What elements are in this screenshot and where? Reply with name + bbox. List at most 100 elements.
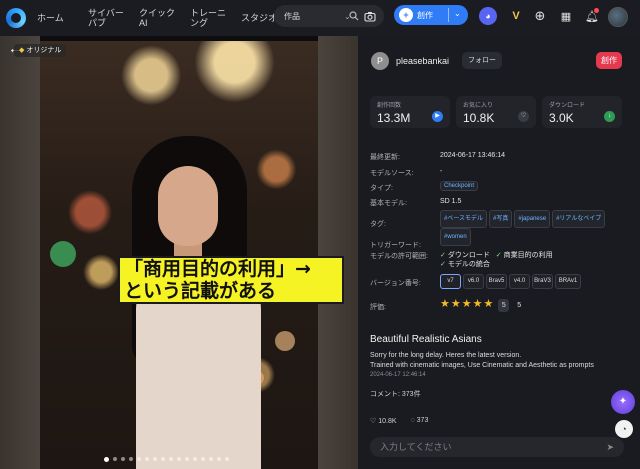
download-icon[interactable]: ↓ [604,111,615,122]
tags-label: タグ: [370,221,386,228]
slide-dot[interactable] [169,457,173,461]
slide-dot[interactable] [153,457,157,461]
stat-downloads: ダウンロード 3.0K ↓ [542,96,622,128]
nav-item-home[interactable]: ホーム [37,13,77,23]
tag-chip[interactable]: #リアルなベイブ [552,210,606,228]
next-image-preview[interactable] [318,36,358,469]
version-tab[interactable]: Brav5 [486,274,507,289]
slide-dot[interactable] [161,457,165,461]
main-image[interactable] [40,41,318,469]
annotation-line-1: 「商用目的の利用」→ [124,258,311,280]
slide-dot[interactable] [104,457,109,462]
author-name[interactable]: pleasebankai [396,56,449,66]
original-badge: ◆ オリジナル [14,44,67,57]
like-button[interactable]: ♡ 10.8K [370,417,397,425]
updated-value: 2024-06-17 13:46:14 [440,152,505,159]
comment-placeholder: 入力してください [380,442,452,452]
slide-dot[interactable] [137,457,141,461]
slide-dot[interactable] [177,457,181,461]
tag-chip[interactable]: #ベースモデル [440,210,488,228]
user-avatar[interactable] [608,7,628,27]
create-button[interactable]: + 創作 ⌄ [394,5,468,25]
create-with-model-button[interactable]: 創作 [596,52,622,69]
version-tab[interactable]: BRAv1 [555,274,581,289]
create-button-divider [448,8,449,22]
slide-dot[interactable] [129,457,133,461]
comment-button[interactable]: ◌ 373 [411,417,429,425]
version-tab[interactable]: v7 [440,274,461,289]
follow-button[interactable]: フォロー [462,52,502,69]
comment-input[interactable]: 入力してください ➤ [370,437,624,457]
comment-icon: ◌ [410,417,415,424]
description-line: Trained with cinematic images, Use Cinem… [370,362,594,369]
author-avatar[interactable]: P [371,52,389,70]
slide-dot[interactable] [201,457,205,461]
check-icon: ✓ [440,261,446,268]
original-badge-label: オリジナル [26,47,62,54]
slide-dot[interactable] [193,457,197,461]
discord-icon[interactable]: ◕ [478,6,498,26]
publish-timestamp: 2024-06-17 12:46:14 [370,372,426,378]
image-viewer: ← ◆ オリジナル [0,36,358,469]
play-icon[interactable]: ▶ [432,111,443,122]
nav-item-cyberpub[interactable]: サイバーパブ [88,8,128,28]
add-icon[interactable]: ⊕ [530,6,550,26]
stat-value: 3.0K [549,111,574,125]
version-tab[interactable]: v4.0 [509,274,530,289]
nav-item-training[interactable]: トレーニング [190,8,230,28]
model-description: Sorry for the long delay. Heres the late… [370,351,630,371]
model-title: Beautiful Realistic Asians [370,334,482,345]
slide-dot[interactable] [185,457,189,461]
reaction-bar: ♡ 10.8K ◌ 373 [370,417,428,425]
stat-value: 13.3M [377,111,411,125]
updated-label: 最終更新: [370,154,400,161]
create-button-label: 創作 [417,10,433,20]
slide-dot[interactable] [113,457,117,461]
type-chip: Checkpoint [440,181,479,191]
slide-dot[interactable] [225,457,229,461]
check-icon: ✓ [440,252,446,259]
camera-icon[interactable] [360,5,380,27]
version-tab[interactable]: v6.0 [463,274,484,289]
version-tab[interactable]: BraV3 [532,274,553,289]
ai-assistant-icon[interactable]: ✦ [611,390,635,414]
tag-chip[interactable]: #women [440,228,471,246]
check-icon: ✓ [495,252,502,259]
annotation-line-2: という記載がある [124,280,277,302]
nav-item-quick-ai[interactable]: クイックAI [139,8,179,28]
slide-dot[interactable] [121,457,125,461]
bokeh-light [50,241,76,267]
stat-generations: 創作回数 13.3M ▶ [370,96,450,128]
slide-dot[interactable] [217,457,221,461]
license-label: モデルの許可範囲: [370,253,428,260]
tag-chip[interactable]: #写真 [489,210,513,228]
base-model-value: SD 1.5 [440,198,462,205]
rating-stars[interactable]: ★★★★★ [440,298,494,310]
heart-icon[interactable]: ♡ [518,111,529,122]
stat-favorites: お気に入り 10.8K ♡ [456,96,536,128]
chevron-down-icon[interactable]: ⌄ [454,9,461,18]
slide-dot[interactable] [145,457,149,461]
heart-icon: ♡ [370,418,377,425]
subject-face [158,166,218,246]
trigger-label: トリガーワード: [370,242,421,249]
search-category-select[interactable]: 作品 [284,11,344,22]
source-value: - [440,168,443,175]
send-icon[interactable]: ➤ [606,437,614,457]
apps-grid-icon[interactable]: ▦ [556,6,576,26]
slide-dot[interactable] [209,457,213,461]
bokeh-light [275,331,295,351]
tag-chip[interactable]: #japanese [514,210,551,228]
bell-icon[interactable]: 🔔︎ [582,6,602,26]
tags-list: #ベースモデル #写真 #japanese #リアルなベイブ #women [440,210,630,246]
license-list: ✓ ダウンロード ✓ 商業目的の利用 ✓ モデルの統合 [440,251,630,269]
star-icon: ◆ [19,47,25,54]
vip-icon[interactable]: V [506,6,526,26]
version-label: バージョン番号: [370,280,421,287]
license-item: 商業目的の利用 [503,252,553,259]
rating-value: 5 [517,302,522,309]
support-icon[interactable]: ◔ [615,420,633,438]
logo-icon[interactable] [6,8,26,28]
type-value: Checkpoint [440,181,480,191]
prev-image-preview[interactable] [0,36,40,469]
